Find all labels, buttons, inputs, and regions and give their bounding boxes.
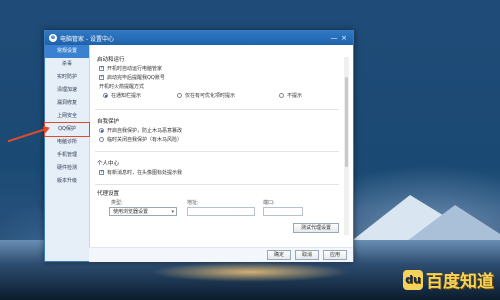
ok-button[interactable]: 确定 bbox=[267, 250, 291, 260]
sidebar-item-general[interactable]: 常规设置 bbox=[45, 45, 89, 58]
radio-no-notify[interactable]: 不提示 bbox=[279, 92, 302, 99]
checkbox[interactable] bbox=[99, 65, 104, 71]
option-qq-remind[interactable]: 启动完毕后提醒我QQ账号 bbox=[99, 74, 165, 81]
app-logo-icon: e bbox=[49, 34, 57, 42]
divider bbox=[95, 184, 339, 185]
radio-notify-tray[interactable]: 在通知栏提示 bbox=[103, 92, 141, 99]
checkbox[interactable] bbox=[99, 169, 104, 175]
scrollbar-thumb[interactable] bbox=[345, 77, 348, 167]
watermark: du 百度知道 bbox=[403, 267, 494, 292]
sidebar-item-clinic[interactable]: 电脑诊所 bbox=[45, 136, 89, 149]
settings-content: 启动和运行 开机时自动运行电脑管家 启动完毕后提醒我QQ账号 开机时火箭提醒方式… bbox=[91, 47, 343, 235]
cancel-button[interactable]: 取消 bbox=[295, 250, 319, 260]
baidu-paw-icon: du bbox=[403, 269, 423, 290]
content-scrollbar[interactable] bbox=[344, 57, 349, 235]
radio-self-protect-off[interactable]: 临时关闭自我保护（有木马风险） bbox=[99, 136, 182, 143]
section-title-self-protect: 自我保护 bbox=[97, 119, 120, 125]
radio-button[interactable] bbox=[103, 93, 108, 98]
option-label: 启动完毕后提醒我QQ账号 bbox=[107, 75, 165, 81]
section-title-startup: 启动和运行 bbox=[97, 57, 125, 63]
radio-self-protect-on[interactable]: 开启自我保护，防止木马恶意篡改 bbox=[99, 127, 182, 134]
option-autostart[interactable]: 开机时自动运行电脑管家 bbox=[99, 65, 162, 72]
checkbox[interactable] bbox=[99, 74, 104, 80]
sidebar-item-update[interactable]: 版本升级 bbox=[45, 175, 89, 188]
divider bbox=[95, 151, 339, 152]
settings-window: e 电脑管家 - 设置中心 — × 常规设置 杀毒 实时防护 清理加速 漏洞修复… bbox=[44, 30, 354, 262]
watermark-text: 百度知道 bbox=[426, 272, 494, 292]
sidebar-item-patch[interactable]: 漏洞修复 bbox=[45, 97, 89, 110]
sidebar-item-phone[interactable]: 手机管理 bbox=[45, 149, 89, 162]
option-label: 开机时自动运行电脑管家 bbox=[107, 66, 163, 72]
section-title-personal: 个人中心 bbox=[97, 161, 120, 167]
sidebar-item-qq-protect[interactable]: QQ保护 bbox=[44, 122, 90, 137]
title-bar: e 电脑管家 - 设置中心 — × bbox=[45, 31, 353, 45]
proxy-type-select[interactable]: 使用浏览器设置 ▾ bbox=[109, 207, 177, 216]
horizon-glow bbox=[150, 262, 350, 282]
close-button[interactable]: × bbox=[339, 34, 349, 42]
proxy-address-label: 地址: bbox=[187, 200, 199, 206]
chevron-down-icon: ▾ bbox=[171, 209, 174, 215]
minimize-button[interactable]: — bbox=[329, 34, 339, 42]
test-proxy-button[interactable]: 测试代理设置 bbox=[293, 223, 339, 233]
proxy-port-input[interactable] bbox=[263, 207, 303, 216]
divider bbox=[95, 109, 339, 110]
apply-button[interactable]: 应用 bbox=[323, 250, 347, 260]
proxy-type-label: 类型: bbox=[111, 200, 123, 206]
radio-button[interactable] bbox=[177, 93, 182, 98]
dialog-footer: 确定 取消 应用 bbox=[89, 247, 353, 262]
sidebar-item-antivirus[interactable]: 杀毒 bbox=[45, 58, 89, 71]
radio-button[interactable] bbox=[279, 93, 284, 98]
tray-remind-label: 开机时火箭提醒方式 bbox=[99, 84, 145, 90]
radio-button[interactable] bbox=[99, 128, 104, 133]
radio-button[interactable] bbox=[99, 137, 104, 142]
sidebar-item-hardware[interactable]: 硬件检测 bbox=[45, 162, 89, 175]
sidebar-item-web-safety[interactable]: 上网安全 bbox=[45, 110, 89, 123]
settings-sidebar: 常规设置 杀毒 实时防护 清理加速 漏洞修复 上网安全 QQ保护 电脑诊所 手机… bbox=[44, 45, 90, 261]
proxy-port-label: 端口: bbox=[263, 200, 275, 206]
sidebar-item-realtime[interactable]: 实时防护 bbox=[45, 71, 89, 84]
option-message-remind[interactable]: 有新消息时，在头像图标处提示我 bbox=[99, 169, 182, 176]
section-title-proxy: 代理设置 bbox=[97, 191, 120, 197]
sidebar-item-cleanup[interactable]: 清理加速 bbox=[45, 84, 89, 97]
proxy-address-input[interactable] bbox=[187, 207, 255, 216]
window-title: 电脑管家 - 设置中心 bbox=[60, 35, 114, 43]
radio-notify-optimizable[interactable]: 仅在有可优化项时提示 bbox=[177, 92, 235, 99]
